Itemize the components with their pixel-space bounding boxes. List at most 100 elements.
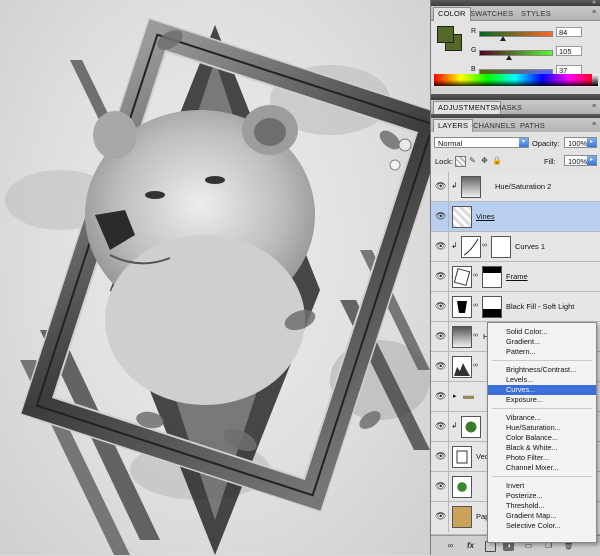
black-white-ramp[interactable] — [592, 74, 598, 86]
blend-mode-dropdown[interactable]: Normal ▾ — [434, 137, 529, 148]
opacity-field[interactable]: 100% ▸ — [564, 137, 597, 148]
green-channel-label: G — [471, 47, 477, 54]
layer-name[interactable]: Black Fill - Soft Light — [506, 302, 574, 311]
red-channel-label: R — [471, 28, 477, 35]
visibility-eye-icon[interactable]: 👁 — [435, 272, 446, 281]
layer-row-black-fill[interactable]: 👁 ∞ Black Fill - Soft Light — [431, 292, 600, 322]
layer-row-hue-saturation-2[interactable]: 👁 ↲ Hue/Saturation 2 — [431, 172, 600, 202]
menu-item-brightness-contrast[interactable]: Brightness/Contrast... — [488, 365, 596, 375]
fill-value: 100% — [568, 157, 588, 166]
menu-item-gradient[interactable]: Gradient... — [488, 337, 596, 347]
fx-icon[interactable]: fx — [465, 540, 476, 551]
layer-thumbnail[interactable] — [452, 446, 472, 468]
opacity-label: Opacity: — [532, 139, 560, 148]
clipping-arrow-icon: ↲ — [451, 241, 458, 250]
adjustment-thumbnail[interactable] — [452, 326, 472, 348]
tab-layers[interactable]: LAYERS — [433, 119, 474, 133]
clipping-arrow-icon: ↲ — [451, 181, 458, 190]
menu-item-invert[interactable]: Invert — [488, 481, 596, 491]
levels-thumbnail[interactable] — [452, 356, 472, 378]
layer-thumbnail[interactable] — [452, 296, 472, 318]
green-slider-thumb[interactable] — [505, 55, 512, 60]
link-icon[interactable]: ∞ — [445, 540, 456, 551]
lock-label: Lock: — [435, 157, 453, 166]
folder-icon: ▬ — [463, 390, 474, 402]
expand-triangle-icon[interactable]: ▸ — [453, 392, 457, 400]
mask-thumbnail[interactable] — [491, 236, 511, 258]
red-slider[interactable] — [479, 31, 553, 37]
layer-thumbnail[interactable] — [452, 266, 472, 288]
menu-item-black-white[interactable]: Black & White... — [488, 443, 596, 453]
visibility-eye-icon[interactable]: 👁 — [435, 362, 446, 371]
red-value-field[interactable]: 84 — [556, 27, 582, 37]
tab-swatches[interactable]: SWATCHES — [466, 8, 517, 20]
layers-panel-tabs: LAYERS CHANNELS PATHS ≡ — [431, 118, 600, 133]
fill-label: Fill: — [544, 157, 556, 166]
menu-item-vibrance[interactable]: Vibrance... — [488, 413, 596, 423]
menu-separator — [492, 476, 592, 477]
lock-image-brush-icon[interactable]: ✎ — [468, 156, 477, 165]
link-chain-icon: ∞ — [482, 242, 487, 249]
tab-paths[interactable]: PATHS — [516, 120, 549, 132]
layer-row-curves-1[interactable]: 👁 ↲ ∞ Curves 1 — [431, 232, 600, 262]
menu-item-channel-mixer[interactable]: Channel Mixer... — [488, 463, 596, 473]
green-slider[interactable] — [479, 50, 553, 56]
menu-separator — [492, 408, 592, 409]
menu-item-selective-color[interactable]: Selective Color... — [488, 521, 596, 531]
green-value-field[interactable]: 105 — [556, 46, 582, 56]
layer-name[interactable]: Hue/Saturation 2 — [495, 182, 551, 191]
fill-field[interactable]: 100% ▸ — [564, 155, 597, 166]
adjustment-thumbnail[interactable] — [461, 176, 481, 198]
panel-menu-icon[interactable]: ≡ — [590, 121, 598, 128]
menu-separator — [492, 360, 592, 361]
mask-thumbnail[interactable] — [482, 296, 502, 318]
curves-thumbnail[interactable] — [461, 236, 481, 258]
document-canvas[interactable] — [0, 0, 430, 555]
menu-item-gradient-map[interactable]: Gradient Map... — [488, 511, 596, 521]
panel-menu-icon[interactable]: ≡ — [590, 9, 598, 16]
visibility-eye-icon[interactable]: 👁 — [435, 512, 446, 521]
layer-name[interactable]: Vines — [476, 212, 495, 221]
layer-thumbnail[interactable] — [452, 206, 472, 228]
blue-channel-label: B — [471, 66, 476, 73]
menu-item-posterize[interactable]: Posterize... — [488, 491, 596, 501]
layer-row-vines[interactable]: 👁 Vines — [431, 202, 600, 232]
layer-name[interactable]: Curves 1 — [515, 242, 545, 251]
color-spectrum-ramp[interactable] — [434, 74, 596, 86]
menu-item-photo-filter[interactable]: Photo Filter... — [488, 453, 596, 463]
layer-thumbnail[interactable] — [452, 506, 472, 528]
menu-item-hue-saturation[interactable]: Hue/Saturation... — [488, 423, 596, 433]
lock-position-move-icon[interactable]: ✥ — [480, 156, 489, 165]
panel-menu-icon[interactable]: ≡ — [590, 103, 598, 110]
visibility-eye-icon[interactable]: 👁 — [435, 212, 446, 221]
menu-item-solid-color[interactable]: Solid Color... — [488, 327, 596, 337]
visibility-eye-icon[interactable]: 👁 — [435, 302, 446, 311]
menu-item-threshold[interactable]: Threshold... — [488, 501, 596, 511]
visibility-eye-icon[interactable]: 👁 — [435, 242, 446, 251]
layer-thumbnail[interactable] — [452, 476, 472, 498]
visibility-eye-icon[interactable]: 👁 — [435, 332, 446, 341]
visibility-eye-icon[interactable]: 👁 — [435, 392, 446, 401]
mask-thumbnail[interactable] — [482, 266, 502, 288]
tab-masks[interactable]: MASKS — [491, 102, 526, 114]
adjustments-panel-tabs: ADJUSTMENTS MASKS ≡ — [431, 100, 600, 115]
layer-row-frame[interactable]: 👁 ∞ Frame — [431, 262, 600, 292]
lock-all-icon[interactable]: 🔒 — [492, 156, 502, 165]
menu-item-levels[interactable]: Levels... — [488, 375, 596, 385]
visibility-eye-icon[interactable]: 👁 — [435, 482, 446, 491]
red-slider-thumb[interactable] — [499, 36, 506, 41]
visibility-eye-icon[interactable]: 👁 — [435, 422, 446, 431]
menu-item-color-balance[interactable]: Color Balance... — [488, 433, 596, 443]
blend-mode-value: Normal — [438, 139, 463, 148]
foreground-color-swatch[interactable] — [437, 26, 454, 43]
visibility-eye-icon[interactable]: 👁 — [435, 182, 446, 191]
menu-item-exposure[interactable]: Exposure... — [488, 395, 596, 405]
tab-styles[interactable]: STYLES — [517, 8, 555, 20]
menu-item-curves[interactable]: Curves... — [488, 385, 596, 395]
layer-thumbnail[interactable] — [461, 416, 481, 438]
visibility-eye-icon[interactable]: 👁 — [435, 452, 446, 461]
menu-item-pattern[interactable]: Pattern... — [488, 347, 596, 357]
layer-name[interactable]: Frame — [506, 272, 528, 281]
tab-channels[interactable]: CHANNELS — [469, 120, 519, 132]
lock-transparent-icon[interactable] — [455, 156, 466, 167]
